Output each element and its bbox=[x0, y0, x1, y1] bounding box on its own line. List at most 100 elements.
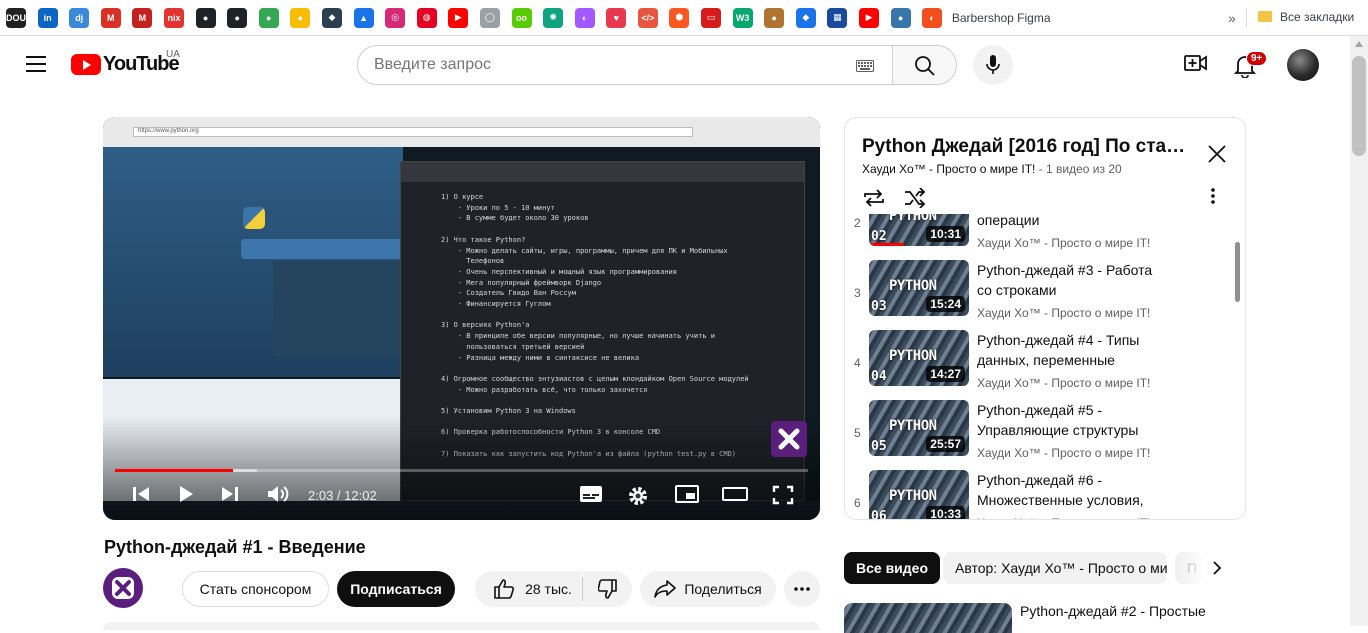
page-scrollbar[interactable] bbox=[1350, 36, 1368, 626]
notifications-badge: 9+ bbox=[1246, 51, 1268, 66]
next-video-icon[interactable] bbox=[220, 485, 240, 508]
loop-playlist-icon[interactable] bbox=[862, 188, 886, 213]
window-icon[interactable]: ▦ bbox=[827, 7, 848, 28]
youtube-logo[interactable]: YouTube UA bbox=[71, 49, 180, 76]
chip-all-videos[interactable]: Все видео bbox=[844, 552, 941, 584]
nix-icon[interactable]: nix bbox=[163, 7, 184, 28]
playlist-title[interactable]: Python Джедай [2016 год] По стандарту PE… bbox=[862, 136, 1192, 158]
all-bookmarks-link[interactable]: Все закладки bbox=[1280, 10, 1354, 24]
youtube-icon[interactable]: ▶ bbox=[859, 7, 880, 28]
github-icon[interactable]: ● bbox=[195, 7, 216, 28]
fullscreen-icon[interactable] bbox=[772, 485, 794, 510]
search-input[interactable] bbox=[358, 46, 856, 84]
create-video-icon[interactable] bbox=[1184, 53, 1208, 78]
thumbnail-text: PYTHON bbox=[889, 278, 937, 294]
figma-icon[interactable]: ◐ bbox=[922, 7, 943, 28]
playlist-item-thumbnail[interactable]: PYTHON 02 10:31 bbox=[869, 214, 969, 246]
miniplayer-icon[interactable] bbox=[675, 485, 699, 508]
bookmark-barbershop-figma[interactable]: Barbershop Figma bbox=[952, 11, 1051, 25]
python-icon[interactable]: ● bbox=[890, 7, 911, 28]
play-icon[interactable] bbox=[177, 485, 195, 508]
progress-played bbox=[115, 469, 233, 472]
shuffle-playlist-icon[interactable] bbox=[903, 187, 927, 213]
box-icon[interactable]: ▭ bbox=[701, 7, 722, 28]
dislike-button[interactable] bbox=[583, 571, 632, 607]
channel-watermark-icon[interactable] bbox=[771, 421, 807, 457]
github-icon[interactable]: ● bbox=[227, 7, 248, 28]
youtube-icon[interactable]: ▶ bbox=[448, 7, 469, 28]
playlist-position: - 1 видео из 20 bbox=[1035, 162, 1122, 176]
vector-icon[interactable]: ◆ bbox=[321, 7, 342, 28]
volume-icon[interactable] bbox=[267, 485, 291, 508]
search-button[interactable] bbox=[892, 46, 956, 84]
thumbnail-number: 02 bbox=[871, 229, 887, 244]
playlist-channel-link[interactable]: Хауди Хо™ - Просто о мире IT! bbox=[862, 162, 1035, 176]
like-button[interactable]: 28 тыс. bbox=[475, 571, 582, 607]
scrollbar-thumb[interactable] bbox=[1352, 56, 1366, 156]
duolingo-icon[interactable]: oo bbox=[511, 7, 532, 28]
playlist-item-thumbnail[interactable]: PYTHON 03 15:24 bbox=[869, 260, 969, 316]
voice-search-button[interactable] bbox=[973, 45, 1013, 85]
playlist-menu-icon[interactable] bbox=[1211, 188, 1215, 209]
dou-icon[interactable]: DOU bbox=[6, 7, 26, 28]
heart-icon[interactable]: ♥ bbox=[606, 7, 627, 28]
playlist-item[interactable]: 4 PYTHON 04 14:27 Python-джедай #4 - Типы да… bbox=[845, 330, 1235, 400]
microphone-icon bbox=[986, 55, 1000, 74]
duration-badge: 10:33 bbox=[926, 506, 965, 519]
hamburger-menu-icon[interactable] bbox=[26, 56, 46, 72]
channel-avatar[interactable] bbox=[103, 568, 143, 608]
diamond-icon[interactable]: ◆ bbox=[795, 7, 816, 28]
playlist-item-thumbnail[interactable]: PYTHON 05 25:57 bbox=[869, 400, 969, 456]
maps-icon[interactable]: ● bbox=[290, 7, 311, 28]
share-button[interactable]: Поделиться bbox=[640, 571, 776, 607]
watch-progress bbox=[869, 243, 904, 246]
keyboard-icon[interactable] bbox=[856, 46, 880, 84]
playlist-item[interactable]: 3 PYTHON 03 15:24 Python-джедай #3 - Работа … bbox=[845, 260, 1235, 330]
playlist-scrollbar-thumb[interactable] bbox=[1235, 242, 1240, 302]
playlist-item[interactable]: 2 PYTHON02 10:31 Python-джедай #2 - Простые… bbox=[845, 214, 1235, 260]
scroll-up-icon[interactable] bbox=[1355, 41, 1363, 47]
playlist-item-author: Хауди Хо™ - Просто о мире IT! bbox=[977, 376, 1151, 390]
playlist-item[interactable]: 6 PYTHON 06 10:33 Python-джедай #6 - Множест… bbox=[845, 470, 1235, 519]
video-player[interactable]: https://www.python.org 1) О курсе - Урок… bbox=[103, 117, 820, 520]
description-box[interactable] bbox=[103, 622, 820, 630]
recommended-video-title[interactable]: Python-джедай #2 - Простые bbox=[1020, 603, 1206, 619]
subscribe-button[interactable]: Подписаться bbox=[337, 571, 455, 607]
subtitles-icon[interactable] bbox=[579, 485, 603, 508]
w3schools-icon[interactable]: W3 bbox=[732, 7, 753, 28]
codewars-icon[interactable]: ⬢ bbox=[669, 7, 690, 28]
drive-icon[interactable]: ▲ bbox=[353, 7, 374, 28]
youtube-play-icon bbox=[71, 54, 101, 75]
coin-icon[interactable]: ● bbox=[764, 7, 785, 28]
playlist-item-thumbnail[interactable]: PYTHON 04 14:27 bbox=[869, 330, 969, 386]
progress-bar[interactable] bbox=[115, 469, 808, 472]
gmail-icon[interactable]: M bbox=[132, 7, 153, 28]
instagram-icon[interactable]: ◎ bbox=[385, 7, 406, 28]
maps-icon[interactable]: ● bbox=[258, 7, 279, 28]
code-icon[interactable]: </> bbox=[637, 7, 658, 28]
theater-mode-icon[interactable] bbox=[722, 485, 748, 508]
djinni-icon[interactable]: dj bbox=[69, 7, 90, 28]
more-bookmarks-icon[interactable]: » bbox=[1228, 10, 1236, 26]
pinterest-icon[interactable]: ◍ bbox=[416, 7, 437, 28]
chatgpt-icon[interactable]: ✺ bbox=[543, 7, 564, 28]
playlist-item[interactable]: 5 PYTHON 05 25:57 Python-джедай #5 - Управля… bbox=[845, 400, 1235, 470]
previous-video-icon[interactable] bbox=[131, 485, 151, 508]
video-frame-browser-bar: https://www.python.org bbox=[103, 117, 820, 147]
video-frame-editor-tabs bbox=[401, 162, 804, 182]
figma-icon[interactable]: ◐ bbox=[574, 7, 595, 28]
chip-author[interactable]: Автор: Хауди Хо™ - Просто о мире IT! bbox=[943, 552, 1167, 584]
like-count: 28 тыс. bbox=[525, 581, 572, 597]
chevron-right-icon[interactable] bbox=[1212, 560, 1222, 581]
gmail-icon[interactable]: M bbox=[100, 7, 121, 28]
recommended-video-thumbnail[interactable] bbox=[844, 603, 1012, 633]
linkedin-icon[interactable]: in bbox=[37, 7, 58, 28]
settings-gear-icon[interactable] bbox=[627, 485, 649, 512]
time-total: 12:02 bbox=[344, 488, 377, 503]
more-actions-button[interactable] bbox=[784, 571, 820, 607]
dribbble-icon[interactable]: ◯ bbox=[479, 7, 500, 28]
become-sponsor-button[interactable]: Стать спонсором bbox=[182, 571, 329, 607]
close-playlist-icon[interactable] bbox=[1207, 144, 1227, 169]
account-avatar[interactable] bbox=[1287, 49, 1319, 81]
playlist-item-thumbnail[interactable]: PYTHON 06 10:33 bbox=[869, 470, 969, 519]
